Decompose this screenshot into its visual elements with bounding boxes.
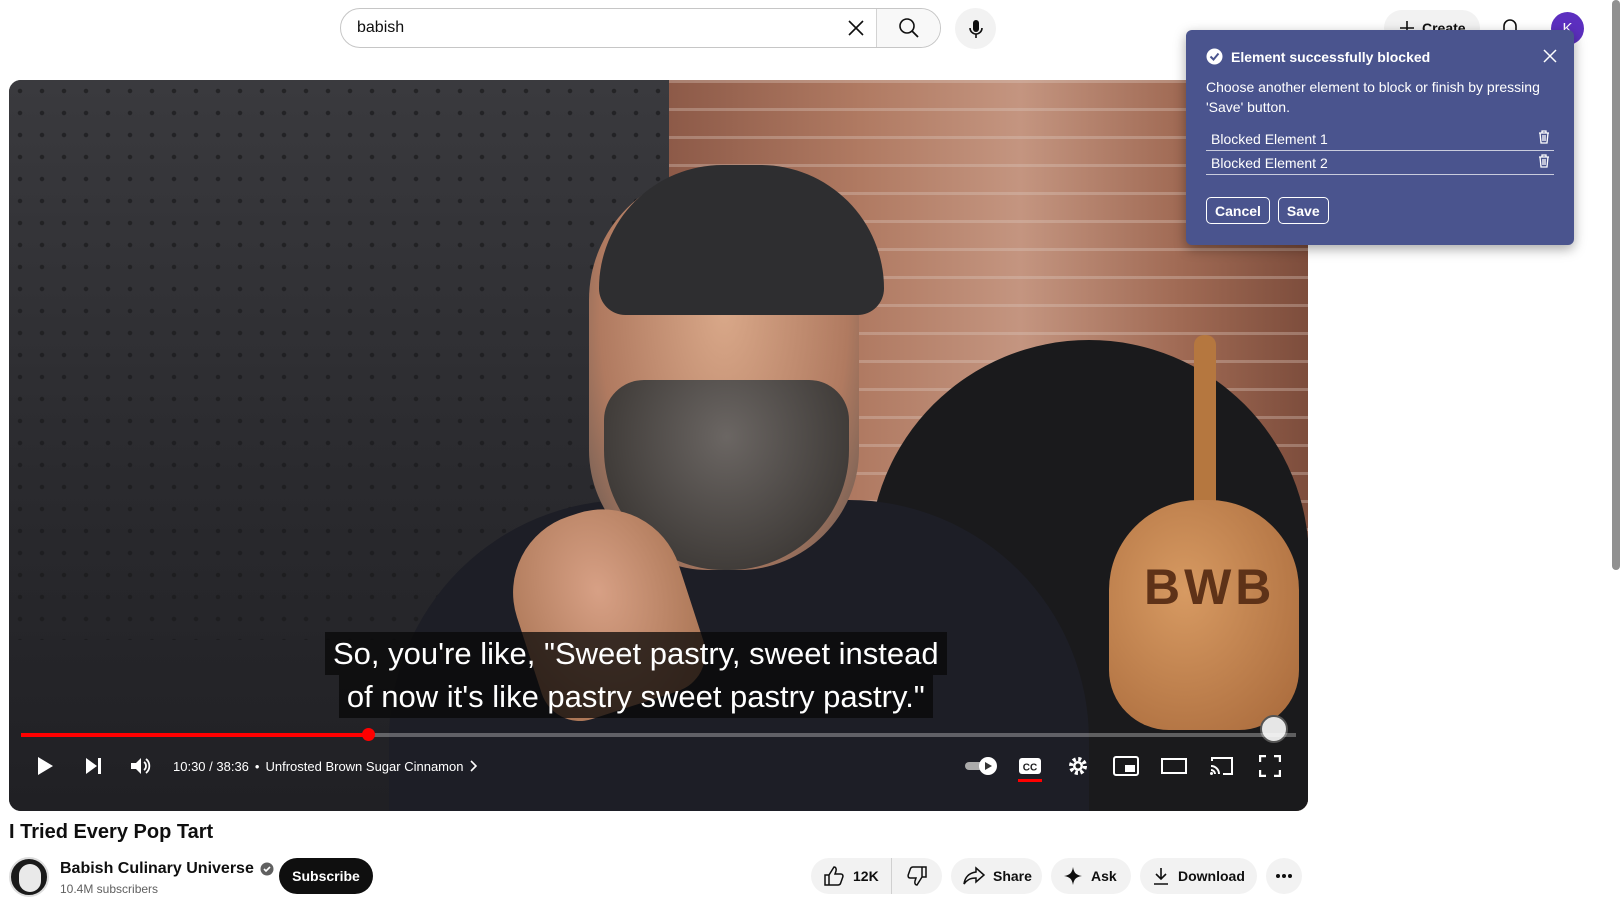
progress-bar[interactable] [21,728,1296,741]
theater-icon [1161,758,1187,774]
svg-text:CC: CC [1023,763,1037,774]
download-label: Download [1178,868,1245,884]
youtube-watch-page: Create K BWB So, you're like, "Sweet pas… [0,0,1620,911]
caption-line: So, you're like, "Sweet pastry, sweet in… [325,632,947,675]
trash-icon [1539,130,1549,144]
player-controls: 10:30 / 38:36 • Unfrosted Brown Sugar Ci… [9,740,1308,792]
clear-search-button[interactable] [836,9,876,47]
popup-description: Choose another element to block or finis… [1206,79,1540,115]
popup-header: Element successfully blocked [1206,48,1554,65]
volume-icon [131,758,151,774]
fullscreen-icon [1259,755,1281,777]
sparkle-icon [1064,867,1082,885]
play-icon [38,757,53,775]
blocked-element-row: Blocked Element 2 [1206,151,1554,175]
share-label: Share [993,868,1032,884]
chapter-title: Unfrosted Brown Sugar Cinnamon [265,758,464,774]
like-icon [824,866,844,886]
subtitles-button[interactable]: CC [1006,742,1054,790]
mic-icon [968,19,983,38]
chevron-right-icon [470,760,478,772]
channel-watermark[interactable] [1260,715,1288,743]
caption-line: of now it's like pastry sweet pastry pas… [338,675,933,718]
autoplay-toggle[interactable] [958,742,1006,790]
progress-fill [21,733,368,737]
page-scrollbar[interactable] [1612,0,1620,570]
search-bar [340,8,941,48]
cancel-button[interactable]: Cancel [1206,197,1270,224]
subscriber-count: 10.4M subscribers [60,882,159,896]
next-button[interactable] [69,742,117,790]
channel-name-text: Babish Culinary Universe [60,860,254,877]
chapter-button[interactable]: • Unfrosted Brown Sugar Cinnamon [255,759,478,774]
more-actions-button[interactable] [1266,858,1302,894]
dislike-button[interactable] [892,858,942,894]
cc-icon: CC [1019,758,1041,774]
trash-icon [1539,154,1549,168]
blocked-elements-list: Blocked Element 1 Blocked Element 2 [1206,127,1554,175]
blocked-element-label: Blocked Element 1 [1211,130,1328,147]
settings-icon [1069,757,1087,775]
download-button[interactable]: Download [1140,858,1257,894]
search-icon [898,18,919,38]
dislike-icon [907,866,927,886]
cast-icon [1210,757,1233,775]
miniplayer-icon [1113,756,1139,776]
share-button[interactable]: Share [951,858,1042,894]
share-icon [963,866,985,885]
subscribe-button[interactable]: Subscribe [279,858,373,894]
captions: So, you're like, "Sweet pastry, sweet in… [325,632,947,718]
popup-title: Element successfully blocked [1231,48,1431,65]
block-confirmation-popup: Element successfully blocked Choose anot… [1186,30,1574,245]
ask-button[interactable]: Ask [1051,858,1131,894]
search-input[interactable] [341,9,836,47]
video-player[interactable]: BWB So, you're like, "Sweet pastry, swee… [9,80,1308,811]
save-button[interactable]: Save [1277,197,1329,224]
video-title: I Tried Every Pop Tart [9,821,214,843]
theater-mode-button[interactable] [1150,742,1198,790]
check-circle-icon [1206,48,1223,65]
autoplay-toggle-icon [965,757,997,775]
blocked-element-label: Blocked Element 2 [1211,154,1328,171]
popup-close-button[interactable] [1540,46,1560,66]
like-button[interactable]: 12K [811,858,892,894]
close-icon [848,20,864,36]
like-count: 12K [853,868,879,884]
fullscreen-button[interactable] [1246,742,1294,790]
remove-blocked-element-button[interactable] [1538,130,1550,147]
more-icon [1276,874,1292,878]
volume-button[interactable] [117,742,165,790]
chapter-separator: • [254,758,260,774]
miniplayer-button[interactable] [1102,742,1150,790]
remove-blocked-element-button[interactable] [1538,154,1550,171]
download-icon [1154,868,1168,885]
voice-search-button[interactable] [955,8,996,49]
next-icon [86,758,101,774]
verified-icon [260,862,274,876]
settings-button[interactable] [1054,742,1102,790]
like-dislike-group: 12K [811,858,942,894]
blocked-element-row: Blocked Element 1 [1206,127,1554,151]
cast-button[interactable] [1198,742,1246,790]
time-display: 10:30 / 38:36 [173,758,249,774]
popup-actions: Cancel Save [1206,197,1554,224]
close-icon [1543,49,1557,63]
channel-avatar[interactable] [9,857,49,897]
play-button[interactable] [21,742,69,790]
right-controls: CC [958,742,1308,790]
search-button[interactable] [876,9,940,47]
channel-name[interactable]: Babish Culinary Universe [60,860,274,878]
peel-logo: BWB [1144,559,1276,615]
ask-label: Ask [1091,868,1117,884]
